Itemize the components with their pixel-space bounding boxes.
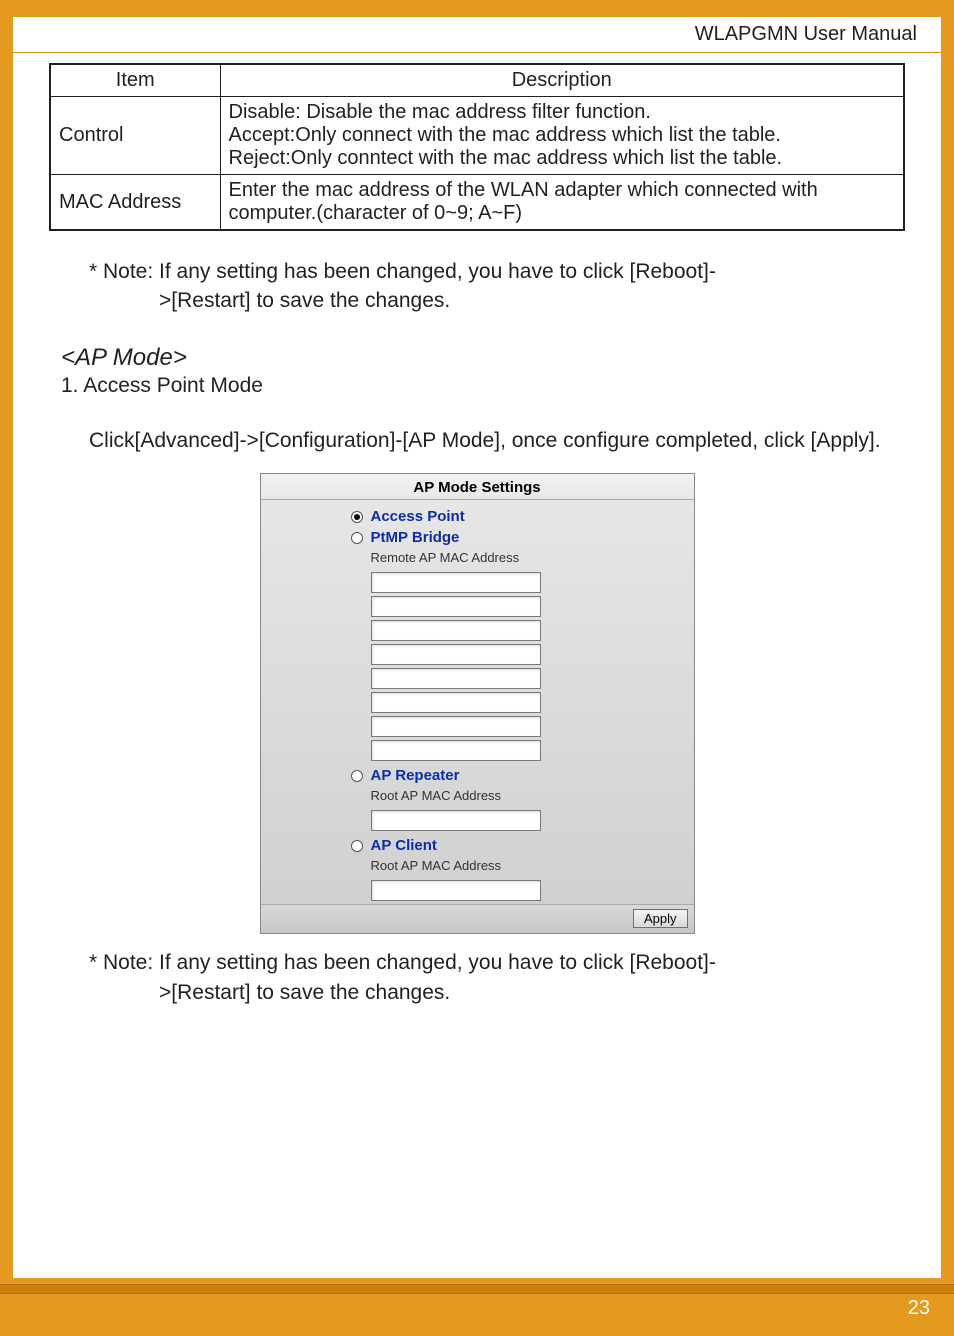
ap-mode-panel: AP Mode Settings Access Point PtMP Bridg… [260,473,695,934]
option-access-point[interactable]: Access Point [261,506,694,527]
cell-desc: Enter the mac address of the WLAN adapte… [220,175,904,231]
section-title: <AP Mode> [61,344,905,372]
note-2: * Note: If any setting has been changed,… [89,948,905,1007]
note-line: * Note: If any setting has been changed,… [89,257,905,286]
mac-input[interactable] [371,810,541,831]
page-number: 23 [908,1297,930,1320]
mac-input[interactable] [371,668,541,689]
th-description: Description [220,64,904,97]
mac-input[interactable] [371,716,541,737]
note-line: >[Restart] to save the changes. [89,286,905,315]
option-label: PtMP Bridge [371,529,460,546]
panel-footer: Apply [261,904,694,933]
radio-icon[interactable] [351,532,363,544]
sublabel-root-mac: Root AP MAC Address [261,786,694,807]
mac-input[interactable] [371,740,541,761]
page-header: WLAPGMN User Manual [13,17,941,53]
option-label: Access Point [371,508,465,525]
mac-input[interactable] [371,692,541,713]
th-item: Item [50,64,220,97]
description-table: Item Description Control Disable: Disabl… [49,63,905,231]
apply-button[interactable]: Apply [633,909,688,928]
content-area: Item Description Control Disable: Disabl… [13,53,941,1007]
cell-item: MAC Address [50,175,220,231]
note-line: >[Restart] to save the changes. [89,978,905,1007]
radio-icon[interactable] [351,511,363,523]
option-ap-client[interactable]: AP Client [261,835,694,856]
mac-input[interactable] [371,880,541,901]
cell-item: Control [50,97,220,175]
page: WLAPGMN User Manual Item Description Con… [13,13,941,1278]
note-1: * Note: If any setting has been changed,… [89,257,905,316]
sublabel-remote-mac: Remote AP MAC Address [261,548,694,569]
panel-title: AP Mode Settings [261,474,694,500]
mac-input[interactable] [371,644,541,665]
option-label: AP Client [371,837,437,854]
note-line: * Note: If any setting has been changed,… [89,948,905,977]
radio-icon[interactable] [351,770,363,782]
option-ap-repeater[interactable]: AP Repeater [261,765,694,786]
option-label: AP Repeater [371,767,460,784]
table-row: MAC Address Enter the mac address of the… [50,175,904,231]
paragraph: Click[Advanced]->[Configuration]-[AP Mod… [89,426,905,455]
option-ptmp-bridge[interactable]: PtMP Bridge [261,527,694,548]
table-header-row: Item Description [50,64,904,97]
table-row: Control Disable: Disable the mac address… [50,97,904,175]
doc-title: WLAPGMN User Manual [695,23,917,46]
panel-body: Access Point PtMP Bridge Remote AP MAC A… [261,500,694,933]
mac-input[interactable] [371,596,541,617]
mac-input[interactable] [371,620,541,641]
subheading: 1. Access Point Mode [61,374,905,398]
cell-desc: Disable: Disable the mac address filter … [220,97,904,175]
radio-icon[interactable] [351,840,363,852]
sublabel-root-mac: Root AP MAC Address [261,856,694,877]
mac-input[interactable] [371,572,541,593]
footer-strip: 23 [0,1278,954,1336]
